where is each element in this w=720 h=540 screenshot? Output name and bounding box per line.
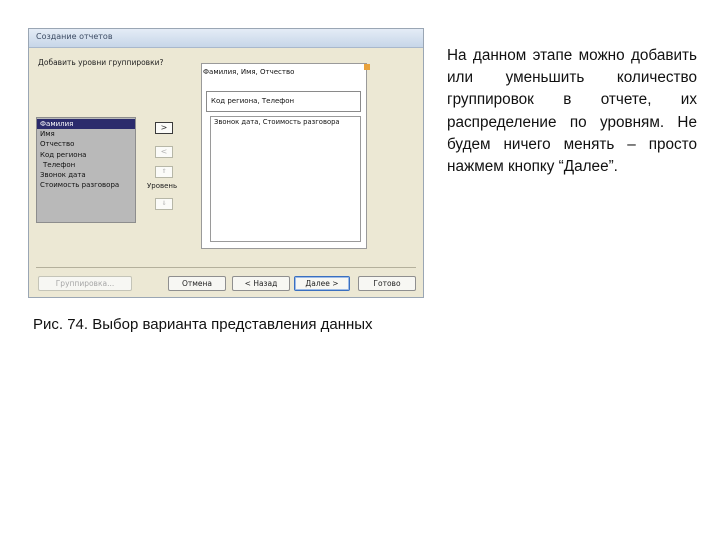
finish-button[interactable]: Готово bbox=[358, 276, 416, 291]
priority-up-button[interactable]: ⇑ bbox=[155, 166, 173, 178]
group-level-1: Фамилия, Имя, Отчество bbox=[203, 68, 295, 76]
dialog-title: Создание отчетов bbox=[36, 32, 113, 41]
field-item[interactable]: Имя bbox=[37, 129, 135, 139]
footer-separator bbox=[36, 267, 416, 268]
level-label: Уровень bbox=[147, 182, 178, 190]
preview-accent-marker bbox=[364, 64, 370, 70]
priority-down-button[interactable]: ⇓ bbox=[155, 198, 173, 210]
description-text: На данном этапе можно добавить или умень… bbox=[447, 47, 697, 176]
add-level-button[interactable]: > bbox=[155, 122, 173, 134]
dialog-titlebar: Создание отчетов bbox=[29, 29, 423, 48]
grouping-prompt: Добавить уровни группировки? bbox=[38, 58, 164, 67]
field-item[interactable]: Код региона bbox=[37, 150, 135, 160]
grouping-preview: Фамилия, Имя, Отчество Код региона, Теле… bbox=[201, 63, 367, 249]
group-level-2-box: Код региона, Телефон bbox=[206, 91, 361, 112]
grouping-options-button[interactable]: Группировка... bbox=[38, 276, 132, 291]
field-item[interactable]: Отчество bbox=[37, 139, 135, 149]
available-fields-list[interactable]: Фамилия Имя Отчество Код региона Телефон… bbox=[36, 117, 136, 223]
report-wizard-dialog: Создание отчетов Добавить уровни группир… bbox=[28, 28, 424, 298]
field-item[interactable]: Фамилия bbox=[37, 119, 135, 130]
group-level-2: Код региона, Телефон bbox=[211, 97, 295, 105]
back-button[interactable]: < Назад bbox=[232, 276, 290, 291]
figure-caption: Рис. 74. Выбор варианта представления да… bbox=[33, 316, 373, 333]
remove-level-button[interactable]: < bbox=[155, 146, 173, 158]
detail-box: Звонок дата, Стоимость разговора bbox=[210, 116, 361, 242]
next-button[interactable]: Далее > bbox=[294, 276, 350, 291]
cancel-button[interactable]: Отмена bbox=[168, 276, 226, 291]
field-item[interactable]: Звонок дата bbox=[37, 170, 135, 180]
detail-fields: Звонок дата, Стоимость разговора bbox=[214, 118, 340, 126]
field-item[interactable]: Стоимость разговора bbox=[37, 180, 135, 190]
field-item[interactable]: Телефон bbox=[37, 160, 135, 170]
